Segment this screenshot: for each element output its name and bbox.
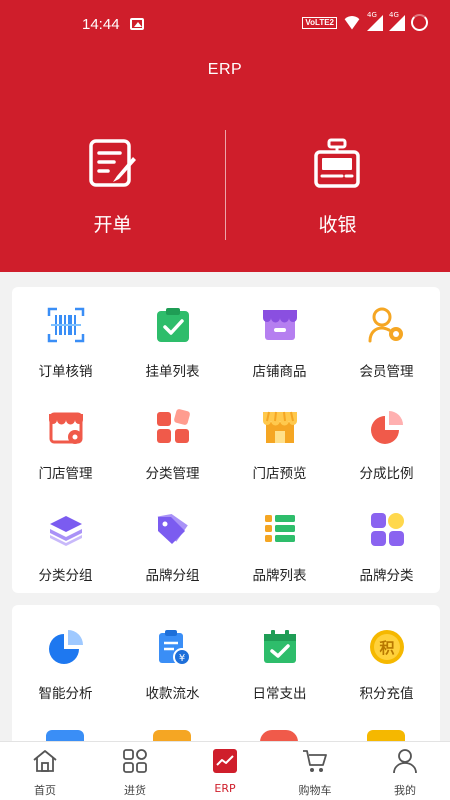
receipt-icon: ¥ (158, 630, 191, 666)
points-coin-icon: 积 (369, 630, 404, 664)
grid-label: 订单核销 (38, 364, 93, 380)
store-management-button[interactable]: 门店管理 (12, 405, 119, 507)
grid-label: 收款流水 (145, 686, 200, 702)
grid-label: 挂单列表 (145, 364, 200, 380)
svg-text:积: 积 (379, 639, 394, 657)
layers-icon (49, 516, 82, 546)
grid-label: 会员管理 (359, 364, 414, 380)
analysis-pie-icon (48, 630, 83, 664)
open-order-label: 开单 (93, 214, 132, 236)
barcode-scan-icon (47, 307, 84, 343)
grid-label: 积分充值 (359, 686, 414, 702)
brand-category-button[interactable]: 品牌分类 (333, 507, 440, 609)
grid-label: 分类管理 (145, 466, 200, 482)
pie-chart-icon (370, 411, 403, 444)
wifi-icon (343, 16, 361, 30)
grid-icon (370, 513, 404, 546)
tab-label: ERP (214, 782, 236, 795)
page-title: ERP (207, 61, 243, 78)
user-icon (393, 749, 417, 774)
apps-icon (123, 749, 147, 773)
brand-group-button[interactable]: 品牌分组 (119, 507, 226, 609)
payment-flow-button[interactable]: ¥ 收款流水 (119, 625, 226, 727)
brand-list-button[interactable]: 品牌列表 (226, 507, 333, 609)
tab-home[interactable]: 首页 (0, 742, 90, 800)
erp-chart-icon (213, 749, 237, 773)
grid-label: 品牌分组 (145, 568, 200, 584)
status-bar: 14:44 VoLTE2 4G 4G (0, 10, 450, 40)
tab-label: 我的 (394, 784, 416, 797)
function-grid-card: 订单核销 挂单列表 店铺商品 会员管理 门店管理 分类管理 门店预览 分成比例 … (12, 287, 440, 593)
grid-label: 品牌列表 (252, 568, 307, 584)
grid-label: 门店预览 (252, 466, 307, 482)
category-management-button[interactable]: 分类管理 (119, 405, 226, 507)
calendar-check-icon (263, 630, 296, 663)
home-icon (33, 750, 57, 772)
tab-erp[interactable]: ERP (180, 742, 270, 800)
shop-products-button[interactable]: 店铺商品 (226, 303, 333, 405)
category-icon (156, 409, 190, 443)
grid-label: 品牌分类 (359, 568, 414, 584)
network-type-label: 4G (367, 10, 377, 19)
tab-purchase[interactable]: 进货 (90, 742, 180, 800)
tab-label: 进货 (124, 784, 146, 797)
grid-label: 日常支出 (252, 686, 307, 702)
cash-register-icon (313, 138, 360, 188)
store-preview-button[interactable]: 门店预览 (226, 405, 333, 507)
grid-label: 分类分组 (38, 568, 93, 584)
checkout-button[interactable]: 收银 (225, 130, 450, 237)
storefront-icon (262, 411, 297, 443)
grid-label: 分成比例 (359, 466, 414, 482)
tab-label: 购物车 (298, 784, 332, 797)
loading-icon (411, 14, 428, 31)
cart-icon (303, 750, 327, 772)
network-type-label: 4G (389, 10, 399, 19)
header: 14:44 VoLTE2 4G 4G ERP 开单 收银 (0, 0, 450, 272)
bottom-tab-bar: 首页 进货 ERP 购物车 我的 (0, 741, 450, 800)
grid-label: 店铺商品 (252, 364, 307, 380)
volte-badge: VoLTE2 (302, 16, 337, 29)
svg-text:¥: ¥ (178, 653, 184, 664)
finance-grid-card: 智能分析 ¥ 收款流水 日常支出 积 积分充值 (12, 605, 440, 745)
smart-analysis-button[interactable]: 智能分析 (12, 625, 119, 727)
tab-label: 首页 (34, 784, 56, 797)
status-time: 14:44 (82, 16, 120, 33)
share-ratio-button[interactable]: 分成比例 (333, 405, 440, 507)
shop-icon (262, 310, 297, 340)
signal-icon: 4G (367, 11, 383, 31)
category-group-button[interactable]: 分类分组 (12, 507, 119, 609)
signal-icon: 4G (389, 11, 405, 31)
edit-document-icon (88, 139, 136, 187)
member-management-button[interactable]: 会员管理 (333, 303, 440, 405)
grid-label: 门店管理 (38, 466, 93, 482)
tag-icon (157, 514, 188, 544)
list-icon (264, 515, 295, 542)
tab-cart[interactable]: 购物车 (270, 742, 360, 800)
daily-expense-button[interactable]: 日常支出 (226, 625, 333, 727)
clipboard-check-icon (156, 308, 189, 342)
user-settings-icon (368, 307, 403, 343)
order-verify-button[interactable]: 订单核销 (12, 303, 119, 405)
image-notification-icon (130, 18, 144, 30)
store-settings-icon (48, 412, 83, 444)
tab-mine[interactable]: 我的 (360, 742, 450, 800)
pending-order-list-button[interactable]: 挂单列表 (119, 303, 226, 405)
checkout-label: 收银 (318, 214, 357, 236)
points-recharge-button[interactable]: 积 积分充值 (333, 625, 440, 727)
grid-label: 智能分析 (38, 686, 93, 702)
open-order-button[interactable]: 开单 (0, 130, 225, 237)
